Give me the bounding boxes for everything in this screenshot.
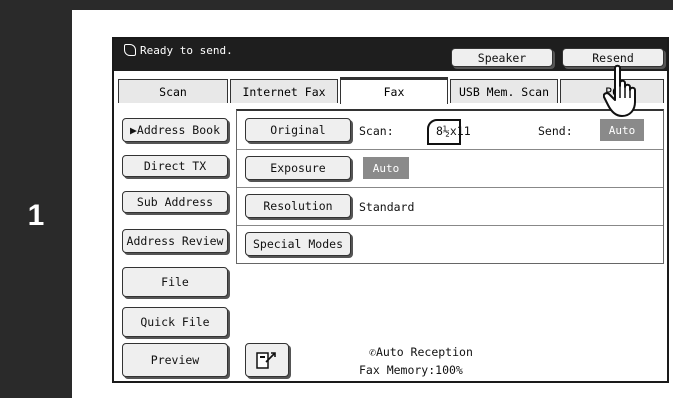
tab-scan[interactable]: Scan	[118, 79, 228, 103]
auto-reception-status: ✆Auto Reception	[369, 345, 473, 359]
row-divider	[237, 187, 663, 188]
row-divider	[237, 225, 663, 226]
exposure-value-badge: Auto	[363, 157, 409, 179]
quick-file-button[interactable]: Quick File	[122, 307, 228, 337]
sub-address-button[interactable]: Sub Address	[122, 191, 228, 213]
address-review-button[interactable]: Address Review	[122, 229, 228, 253]
status-text: Ready to send.	[140, 44, 233, 57]
file-button[interactable]: File	[122, 267, 228, 297]
speaker-button[interactable]: Speaker	[451, 48, 553, 67]
tab-usb-mem-scan[interactable]: USB Mem. Scan	[450, 79, 558, 103]
scan-label: Scan:	[359, 124, 394, 138]
step-number: 1	[27, 199, 45, 232]
phone-icon	[124, 44, 136, 56]
address-book-label: Address Book	[136, 123, 221, 137]
hand-pointer-icon	[603, 64, 636, 117]
tab-internet-fax[interactable]: Internet Fax	[230, 79, 338, 103]
phone-receive-icon: ✆	[369, 345, 376, 359]
address-book-button[interactable]: ▶ Address Book	[122, 118, 228, 142]
status-message: Ready to send.	[124, 44, 233, 57]
resolution-value: Standard	[359, 200, 415, 214]
triangle-right-icon: ▶	[129, 123, 137, 137]
tab-fax[interactable]: Fax	[340, 77, 448, 104]
fax-memory-status: Fax Memory:100%	[359, 363, 463, 377]
row-divider	[237, 149, 663, 150]
special-modes-button[interactable]: Special Modes	[245, 232, 351, 256]
top-divider	[72, 0, 673, 10]
fax-send-icon	[256, 352, 276, 369]
touch-panel-screen: Ready to send. Speaker Resend Scan Inter…	[112, 37, 669, 383]
send-size-badge: Auto	[600, 119, 644, 141]
fax-log-button[interactable]	[245, 343, 289, 377]
direct-tx-button[interactable]: Direct TX	[122, 155, 228, 177]
send-label: Send:	[538, 124, 573, 138]
scan-size-value: 8½x11	[436, 124, 471, 138]
auto-reception-text: Auto Reception	[375, 345, 473, 359]
preview-button[interactable]: Preview	[122, 343, 228, 377]
original-button[interactable]: Original	[245, 118, 351, 142]
exposure-button[interactable]: Exposure	[245, 156, 351, 180]
resolution-button[interactable]: Resolution	[245, 194, 351, 218]
